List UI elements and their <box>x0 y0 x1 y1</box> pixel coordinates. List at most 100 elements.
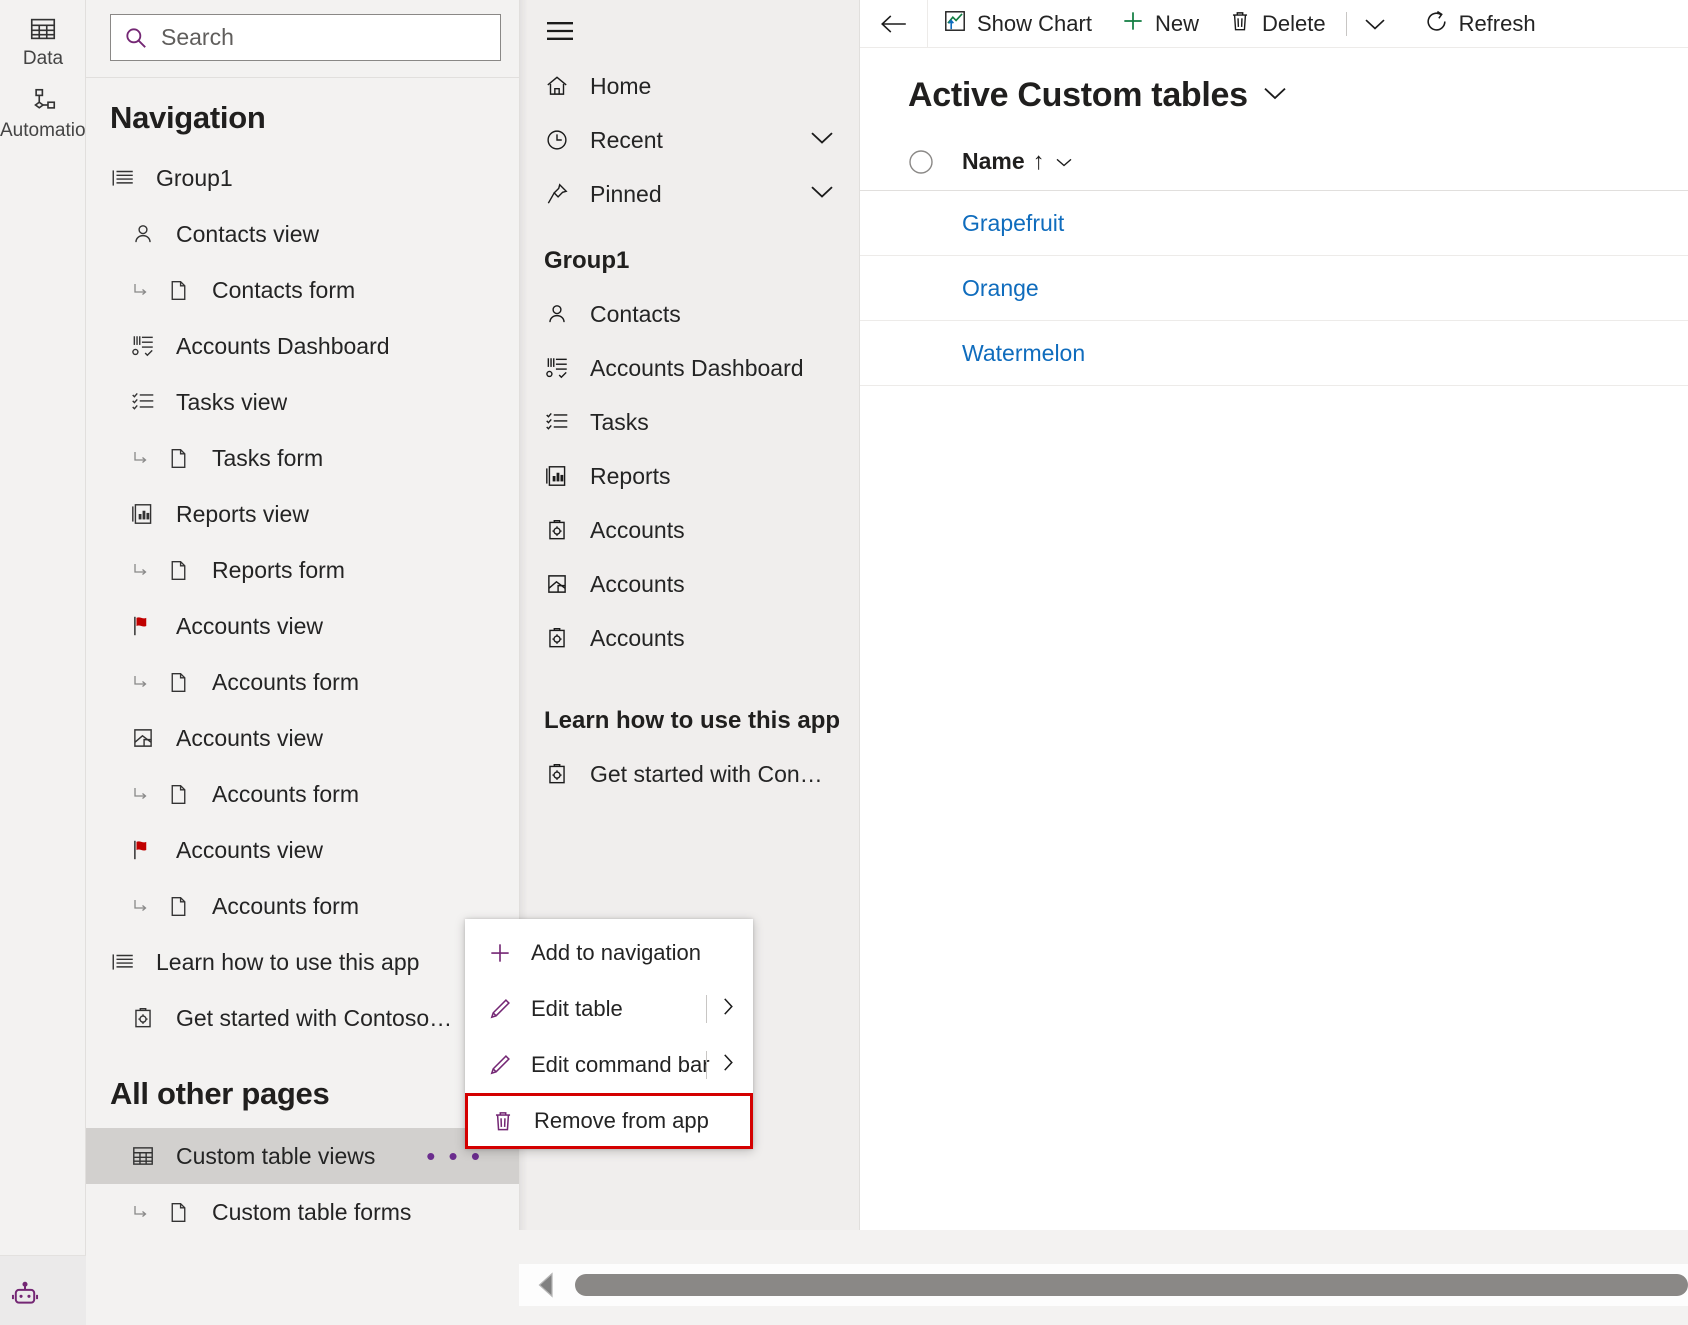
app-item-label: Get started with Con… <box>590 760 823 787</box>
nav-item-accounts-view-cards[interactable]: Accounts view <box>86 710 519 766</box>
scroll-left-arrow-icon[interactable] <box>519 1270 575 1300</box>
app-item-accounts-cards[interactable]: Accounts <box>520 557 859 611</box>
nav-item-accounts-form[interactable]: Accounts form <box>86 766 519 822</box>
rail-item-data[interactable]: Data <box>0 8 86 80</box>
nav-item-accounts-dashboard[interactable]: Accounts Dashboard <box>86 318 519 374</box>
table-row[interactable]: Orange <box>860 256 1688 321</box>
show-chart-button[interactable]: Show Chart <box>928 0 1106 48</box>
submenu-chevron-right-icon[interactable] <box>717 994 739 1025</box>
nav-item-accounts-view-flag2[interactable]: Accounts view <box>86 822 519 878</box>
nav-item-learn-group[interactable]: Learn how to use this app <box>86 934 519 990</box>
search-input[interactable] <box>151 23 490 52</box>
nav-item-label: Accounts Dashboard <box>176 332 390 359</box>
app-group-heading: Group1 <box>544 247 630 274</box>
app-item-reports[interactable]: Reports <box>520 449 859 503</box>
column-header-name[interactable]: Name ↑ <box>956 148 1075 176</box>
horizontal-scroll-area <box>519 1230 1688 1325</box>
refresh-icon <box>1423 8 1450 40</box>
app-item-get-started[interactable]: Get started with Con… <box>520 747 859 801</box>
rail-bottom-bar <box>0 1255 86 1325</box>
app-item-accounts-clipboard2[interactable]: Accounts <box>520 611 859 665</box>
form-page-icon <box>166 670 200 695</box>
plus-icon <box>1120 8 1146 39</box>
submenu-chevron-right-icon[interactable] <box>717 1050 739 1081</box>
horizontal-scrollbar[interactable] <box>519 1264 1688 1306</box>
card-stack-icon <box>130 725 164 751</box>
nav-item-contacts-view[interactable]: Contacts view <box>86 206 519 262</box>
more-options-icon[interactable]: • • • <box>426 1143 483 1169</box>
app-item-label: Reports <box>590 462 671 489</box>
search-box[interactable] <box>110 14 501 61</box>
flowchart-icon <box>0 86 86 116</box>
command-bar: Show Chart New Delete Refresh <box>860 0 1688 48</box>
clipboard-gear-icon <box>130 1005 164 1031</box>
table-row[interactable]: Grapefruit <box>860 191 1688 256</box>
form-page-icon <box>166 782 200 807</box>
nav-item-reports-form[interactable]: Reports form <box>86 542 519 598</box>
copilot-robot-icon[interactable] <box>8 1280 42 1319</box>
app-item-accounts-clipboard[interactable]: Accounts <box>520 503 859 557</box>
hamburger-menu-icon[interactable] <box>520 4 859 59</box>
child-arrow-icon <box>130 446 166 470</box>
chevron-down-icon[interactable] <box>807 128 837 153</box>
rail-item-automation[interactable]: Automation <box>0 80 96 152</box>
new-button[interactable]: New <box>1106 0 1213 48</box>
nav-item-label: Tasks view <box>176 388 288 415</box>
app-item-recent[interactable]: Recent <box>520 113 859 167</box>
nav-item-custom-table-views[interactable]: Custom table views • • • <box>86 1128 519 1184</box>
nav-item-get-started[interactable]: Get started with Contoso… <box>86 990 519 1046</box>
delete-button[interactable]: Delete <box>1213 0 1340 48</box>
app-item-label: Accounts <box>590 570 685 597</box>
app-item-contacts[interactable]: Contacts <box>520 287 859 341</box>
nav-item-accounts-form[interactable]: Accounts form <box>86 878 519 934</box>
context-menu-item-remove-from-app[interactable]: Remove from app <box>465 1093 753 1149</box>
rail-label-data: Data <box>22 48 64 69</box>
navigation-list: Group1 Contacts view Contacts form Accou… <box>86 150 519 1240</box>
table-row[interactable]: Watermelon <box>860 321 1688 386</box>
child-arrow-icon <box>130 782 166 806</box>
record-link[interactable]: Watermelon <box>956 340 1085 367</box>
view-title: Active Custom tables <box>908 76 1248 114</box>
column-header-label: Name <box>962 148 1025 174</box>
context-menu-item-edit-table[interactable]: Edit table <box>465 981 753 1037</box>
context-menu-item-add-to-navigation[interactable]: Add to navigation <box>465 925 753 981</box>
app-item-label: Accounts <box>590 516 685 543</box>
view-selector[interactable]: Active Custom tables <box>860 48 1688 133</box>
record-link[interactable]: Grapefruit <box>956 210 1064 237</box>
app-item-home[interactable]: Home <box>520 59 859 113</box>
show-chart-label: Show Chart <box>977 10 1092 36</box>
nav-item-label: Learn how to use this app <box>156 948 420 975</box>
nav-item-label: Accounts form <box>212 668 359 695</box>
chevron-down-icon[interactable] <box>807 182 837 207</box>
child-arrow-icon <box>130 1200 166 1224</box>
app-item-accounts-dashboard[interactable]: Accounts Dashboard <box>520 341 859 395</box>
column-chevron-down-icon[interactable] <box>1053 148 1075 175</box>
delete-label: Delete <box>1261 10 1326 36</box>
command-separator <box>1345 11 1347 36</box>
nav-item-label: Contacts form <box>212 276 356 303</box>
view-chevron-down-icon[interactable] <box>1260 83 1290 108</box>
new-label: New <box>1154 10 1199 36</box>
scroll-thumb[interactable] <box>575 1274 1688 1296</box>
nav-item-label: Accounts form <box>212 780 359 807</box>
nav-item-custom-table-forms[interactable]: Custom table forms <box>86 1184 519 1240</box>
nav-item-accounts-view-flag[interactable]: Accounts view <box>86 598 519 654</box>
nav-item-accounts-form[interactable]: Accounts form <box>86 654 519 710</box>
refresh-button[interactable]: Refresh <box>1397 0 1550 48</box>
record-link[interactable]: Orange <box>956 275 1039 302</box>
nav-item-label: Accounts form <box>212 892 359 919</box>
overflow-chevron-down-icon[interactable] <box>1353 0 1397 48</box>
context-menu-item-label: Remove from app <box>534 1108 709 1133</box>
nav-item-tasks-form[interactable]: Tasks form <box>86 430 519 486</box>
nav-item-reports-view[interactable]: Reports view <box>86 486 519 542</box>
nav-item-contacts-form[interactable]: Contacts form <box>86 262 519 318</box>
report-chart-icon <box>544 463 578 489</box>
app-item-tasks[interactable]: Tasks <box>520 395 859 449</box>
nav-item-group1[interactable]: Group1 <box>86 150 519 206</box>
select-all-circle-icon[interactable] <box>886 148 956 176</box>
form-page-icon <box>166 558 200 583</box>
context-menu-item-edit-command-bar[interactable]: Edit command bar <box>465 1037 753 1093</box>
nav-item-tasks-view[interactable]: Tasks view <box>86 374 519 430</box>
app-item-pinned[interactable]: Pinned <box>520 167 859 221</box>
back-arrow-icon[interactable] <box>860 0 928 48</box>
